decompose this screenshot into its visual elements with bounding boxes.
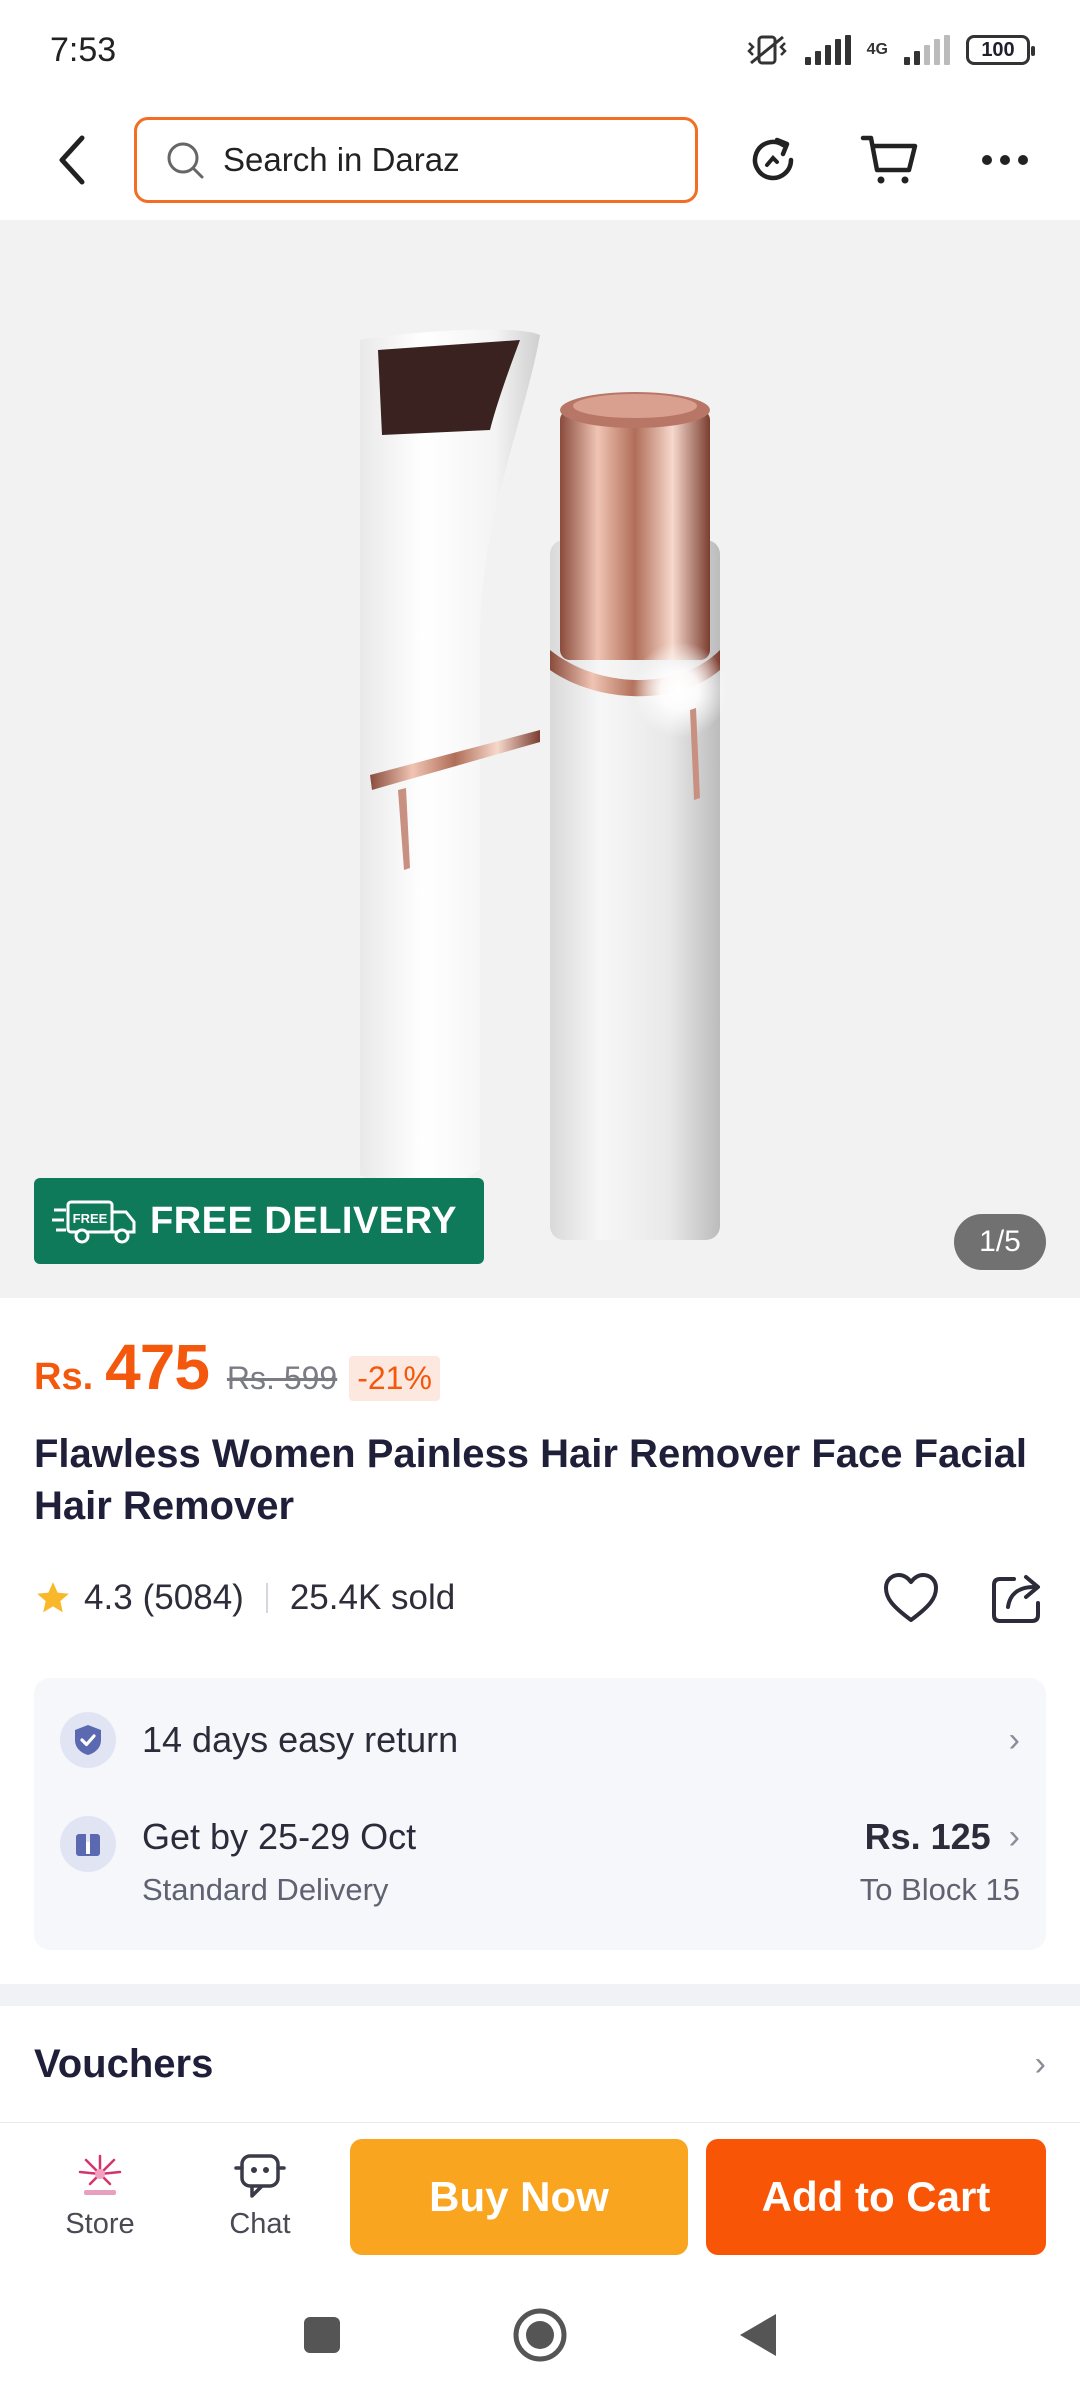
chat-label: Chat: [229, 2208, 291, 2240]
shield-check-icon: [60, 1712, 116, 1768]
product-image: [360, 329, 728, 1240]
price-currency: Rs.: [34, 1356, 94, 1398]
product-title: Flawless Women Painless Hair Remover Fac…: [34, 1432, 1028, 1528]
store-logo-icon: [78, 2154, 122, 2195]
buy-now-button[interactable]: Buy Now: [350, 2139, 688, 2255]
status-time: 7:53: [50, 30, 117, 69]
vibrate-off-icon: [746, 35, 787, 65]
battery-level: 100: [981, 38, 1015, 61]
chat-button[interactable]: Chat: [180, 2152, 340, 2241]
delivery-fee: Rs. 125: [864, 1816, 991, 1857]
review-count[interactable]: (5084): [143, 1578, 244, 1618]
battery-icon: 100: [966, 35, 1035, 65]
delivery-date: Get by 25-29 Oct: [142, 1816, 417, 1857]
store-label: Store: [65, 2208, 135, 2240]
product-gallery[interactable]: FREE FREE DELIVERY 1/5: [0, 220, 1080, 1298]
section-divider: [0, 1984, 1080, 2006]
cart-button[interactable]: [854, 125, 924, 195]
vouchers-title: Vouchers: [34, 2041, 214, 2086]
more-icon: [982, 155, 1028, 165]
return-policy-text: 14 days easy return: [142, 1719, 459, 1760]
rating-value: 4.3: [84, 1578, 133, 1617]
return-policy-row[interactable]: 14 days easy return ›: [60, 1712, 1020, 1768]
price-row: Rs. 475 Rs. 599 -21%: [34, 1330, 440, 1404]
search-placeholder: Search in Daraz: [223, 141, 460, 178]
sold-count: 25.4K sold: [289, 1578, 456, 1617]
vouchers-section[interactable]: Vouchers ›: [0, 2006, 1080, 2122]
image-page-indicator: 1/5: [954, 1214, 1046, 1270]
add-to-cart-button[interactable]: Add to Cart: [706, 2139, 1046, 2255]
chat-icon: [234, 2154, 286, 2198]
status-icons: 4G 100: [745, 33, 1035, 67]
chevron-right-icon: ›: [1034, 2044, 1046, 2083]
product-actions: [882, 1571, 1046, 1625]
back-nav-icon[interactable]: [738, 2312, 778, 2358]
cart-icon: [860, 135, 918, 184]
free-delivery-text: FREE DELIVERY: [150, 1199, 458, 1242]
network-type: 4G: [866, 41, 888, 58]
bottom-action-bar: Store Chat Buy Now Add to Cart: [0, 2122, 1080, 2270]
delivery-truck-icon: FREE: [52, 1200, 136, 1244]
more-button[interactable]: [970, 125, 1040, 195]
chevron-right-icon: ›: [1008, 1720, 1020, 1759]
header: Search in Daraz: [0, 100, 1080, 220]
recents-icon[interactable]: [302, 2315, 342, 2355]
search-icon: [167, 142, 204, 179]
chevron-right-icon: ›: [1008, 1817, 1020, 1856]
search-input[interactable]: Search in Daraz: [134, 117, 698, 203]
share-icon[interactable]: [990, 1571, 1046, 1625]
svg-text:FREE: FREE: [73, 1211, 108, 1226]
delivery-type: Standard Delivery: [142, 1872, 389, 1907]
header-actions: [738, 125, 1040, 195]
delivery-fee-block: Rs. 125 › To Block 15: [860, 1816, 1020, 1908]
delivery-location: To Block 15: [859, 1872, 1020, 1907]
status-bar: 7:53 4G 100: [0, 0, 1080, 100]
delivery-details: Get by 25-29 Oct Standard Delivery: [142, 1816, 416, 1908]
star-icon: [37, 1582, 69, 1613]
refresh-icon: [752, 137, 794, 181]
back-button[interactable]: [40, 128, 104, 192]
share-history-button[interactable]: [738, 125, 808, 195]
signal-icon: [804, 35, 851, 65]
divider: [265, 1583, 268, 1613]
rating-row: 4.3 (5084) 25.4K sold: [34, 1568, 1046, 1628]
original-price: Rs. 599: [226, 1360, 338, 1396]
signal-icon-2: [904, 35, 950, 65]
delivery-row[interactable]: Get by 25-29 Oct Standard Delivery Rs. 1…: [60, 1816, 1020, 1908]
free-delivery-badge: FREE FREE DELIVERY: [34, 1178, 484, 1264]
system-nav-bar: [0, 2270, 1080, 2400]
wishlist-heart-icon[interactable]: [882, 1572, 940, 1624]
store-button[interactable]: Store: [20, 2152, 180, 2241]
home-icon[interactable]: [512, 2307, 568, 2363]
delivery-box-icon: [60, 1816, 116, 1872]
discount-badge: -21%: [349, 1356, 440, 1401]
price: 475: [105, 1331, 210, 1403]
service-info-card: 14 days easy return › Get by 25-29 Oct S…: [34, 1678, 1046, 1950]
back-arrow-icon: [59, 135, 85, 185]
